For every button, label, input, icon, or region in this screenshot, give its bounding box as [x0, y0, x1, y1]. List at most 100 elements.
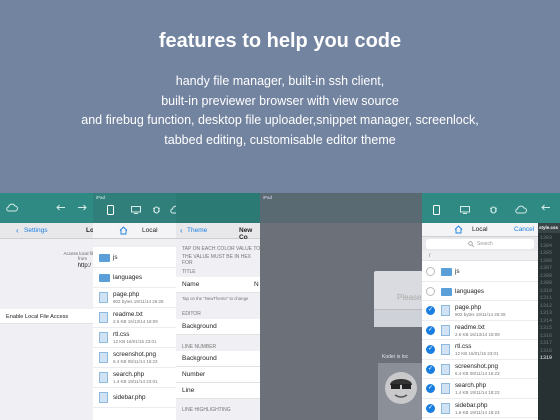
chevron-left-icon[interactable]: ‹	[16, 226, 19, 235]
file-row[interactable]: ✓ search.php 1.4 KB 19/11/14 18:23	[422, 379, 540, 399]
file-row[interactable]: ✓ screenshot.png 6.4 KB 08/11/14 16:23	[422, 360, 540, 379]
file-name: readme.txt	[113, 311, 143, 318]
file-row[interactable]: js	[422, 262, 540, 282]
bug-icon[interactable]	[152, 205, 161, 214]
file-meta: 1.4 KB 19/11/14 18:23	[455, 390, 500, 395]
enable-local-file-access-row[interactable]: Enable Local File Access	[0, 309, 95, 324]
path-bar	[93, 239, 183, 247]
back-button[interactable]: Settings	[24, 227, 48, 234]
back-button[interactable]: Theme	[187, 227, 207, 234]
file-row[interactable]: ✓ rtl.css 12 KB 16/01/15 23:01	[422, 340, 540, 360]
file-row[interactable]: ✓ sidebar.php 1.6 KB 19/11/14 18:23	[422, 399, 540, 418]
file-row[interactable]: page.php 902 bytes 19/11/14 26:28	[93, 288, 183, 308]
hero-line: handy file manager, built-in ssh client,	[175, 74, 385, 88]
toolbar: iPad	[260, 193, 424, 223]
checkmark-icon[interactable]: ✓	[426, 306, 435, 315]
toolbar	[422, 193, 540, 223]
option-label: Enable Local File Access	[6, 314, 69, 320]
line-number: 1309	[540, 280, 553, 286]
folder-icon	[99, 254, 110, 262]
chevron-left-icon[interactable]: ‹	[180, 226, 183, 235]
line-number: 1316	[540, 332, 553, 339]
line-number: 1305	[540, 250, 553, 256]
file-meta: 6.4 KB 08/11/14 16:23	[113, 359, 158, 364]
arrow-left-icon[interactable]	[541, 204, 551, 211]
checkmark-icon[interactable]: ✓	[426, 364, 435, 374]
editor-tab[interactable]: style.css	[538, 223, 560, 233]
file-icon	[441, 324, 450, 336]
search-icon	[468, 241, 474, 247]
bug-icon[interactable]	[489, 205, 498, 214]
file-name: rtl.css	[113, 331, 130, 338]
nav-bar: Local Cancel	[422, 223, 540, 237]
checkmark-icon[interactable]: ✓	[426, 325, 435, 335]
name-label: Name	[182, 281, 200, 288]
file-row[interactable]: languages	[422, 282, 540, 301]
name-row[interactable]: Name N	[176, 277, 262, 293]
toolbar	[0, 193, 95, 223]
home-icon[interactable]	[119, 226, 128, 235]
line-number: 1312	[540, 302, 553, 309]
section-line-number: LINE NUMBER	[182, 344, 217, 350]
file-row[interactable]: search.php 1.4 KB 19/11/14 23:01	[93, 368, 183, 388]
file-row[interactable]: rtl.css 12 KB 16/01/15 23:01	[93, 328, 183, 348]
cancel-button[interactable]: Cancel	[514, 226, 534, 233]
line-number: 1308	[540, 272, 553, 279]
file-name: screenshot.png	[455, 362, 499, 370]
arrow-right-icon[interactable]	[77, 204, 87, 211]
file-row[interactable]: readme.txt 2.6 KB 16/13/14 18:09	[93, 308, 183, 328]
file-icon	[99, 332, 108, 343]
checkbox-icon[interactable]	[426, 286, 435, 296]
hero-description: handy file manager, built-in ssh client,…	[0, 72, 560, 150]
checkmark-icon[interactable]: ✓	[426, 345, 435, 354]
line-number: 1315	[540, 325, 553, 331]
file-meta: 1.6 KB 19/11/14 18:23	[455, 409, 500, 415]
row-label: Line	[182, 387, 195, 394]
settings-panel: ‹ Settings Lo Access local fil from http…	[0, 193, 95, 420]
home-icon[interactable]	[454, 225, 463, 234]
toolbar: iPad	[93, 193, 183, 223]
cloud-icon[interactable]	[515, 205, 527, 214]
file-icon	[99, 352, 108, 363]
file-row[interactable]: ✓ readme.txt 2.6 KB 16/13/14 18:09	[422, 321, 540, 340]
checkbox-icon[interactable]	[426, 267, 435, 276]
monitor-icon[interactable]	[131, 206, 141, 214]
device-screenshots: ‹ Settings Lo Access local fil from http…	[0, 193, 560, 420]
toolbar	[176, 193, 262, 223]
nav-bar: ‹ Settings Lo	[0, 223, 95, 239]
line-number: 1313	[540, 310, 553, 316]
line-number-line-row[interactable]: Line	[176, 383, 262, 399]
dialog-button[interactable]	[374, 309, 424, 327]
file-name: readme.txt	[455, 323, 485, 331]
file-row[interactable]: screenshot.png 6.4 KB 08/11/14 16:23	[93, 348, 183, 368]
line-number: 1306	[540, 257, 553, 264]
theme-editor-panel: ‹ Theme New Co TAP ON EACH COLOR VALUE T…	[176, 193, 262, 420]
tablet-icon[interactable]	[433, 205, 440, 215]
file-name: screenshot.png	[113, 351, 157, 358]
checkmark-icon[interactable]: ✓	[426, 384, 435, 393]
hero-title: features to help you code	[158, 30, 402, 52]
file-row[interactable]: sidebar.php	[93, 388, 183, 408]
tab-label: style.css	[539, 225, 559, 230]
line-number: 1318	[540, 347, 553, 354]
monitor-icon[interactable]	[460, 206, 470, 214]
file-row[interactable]: ✓ page.php 902 bytes 19/11/14 26:28	[422, 301, 540, 321]
hero-line: tabbed editing, customisable editor them…	[164, 132, 396, 147]
checkmark-icon[interactable]: ✓	[426, 403, 435, 413]
file-icon	[441, 344, 450, 355]
arrow-left-icon[interactable]	[56, 204, 66, 211]
passcode-input[interactable]: Please	[397, 293, 421, 302]
line-number-background-row[interactable]: Background	[176, 351, 262, 367]
folder-icon	[99, 274, 110, 282]
tablet-icon[interactable]	[107, 205, 114, 215]
file-row[interactable]: js	[93, 248, 183, 268]
file-meta: 902 bytes 19/11/14 26:28	[113, 299, 164, 304]
file-row[interactable]: languages	[93, 268, 183, 288]
cloud-icon[interactable]	[6, 203, 18, 212]
file-meta: 2.6 KB 16/13/14 18:09	[113, 319, 158, 324]
editor-background-row[interactable]: Background	[176, 319, 262, 335]
search-field[interactable]: Search	[426, 239, 534, 249]
line-number-number-row[interactable]: Number	[176, 367, 262, 383]
instruction-line: TAP ON EACH COLOR VALUE TO	[182, 246, 261, 252]
file-icon	[441, 363, 450, 375]
